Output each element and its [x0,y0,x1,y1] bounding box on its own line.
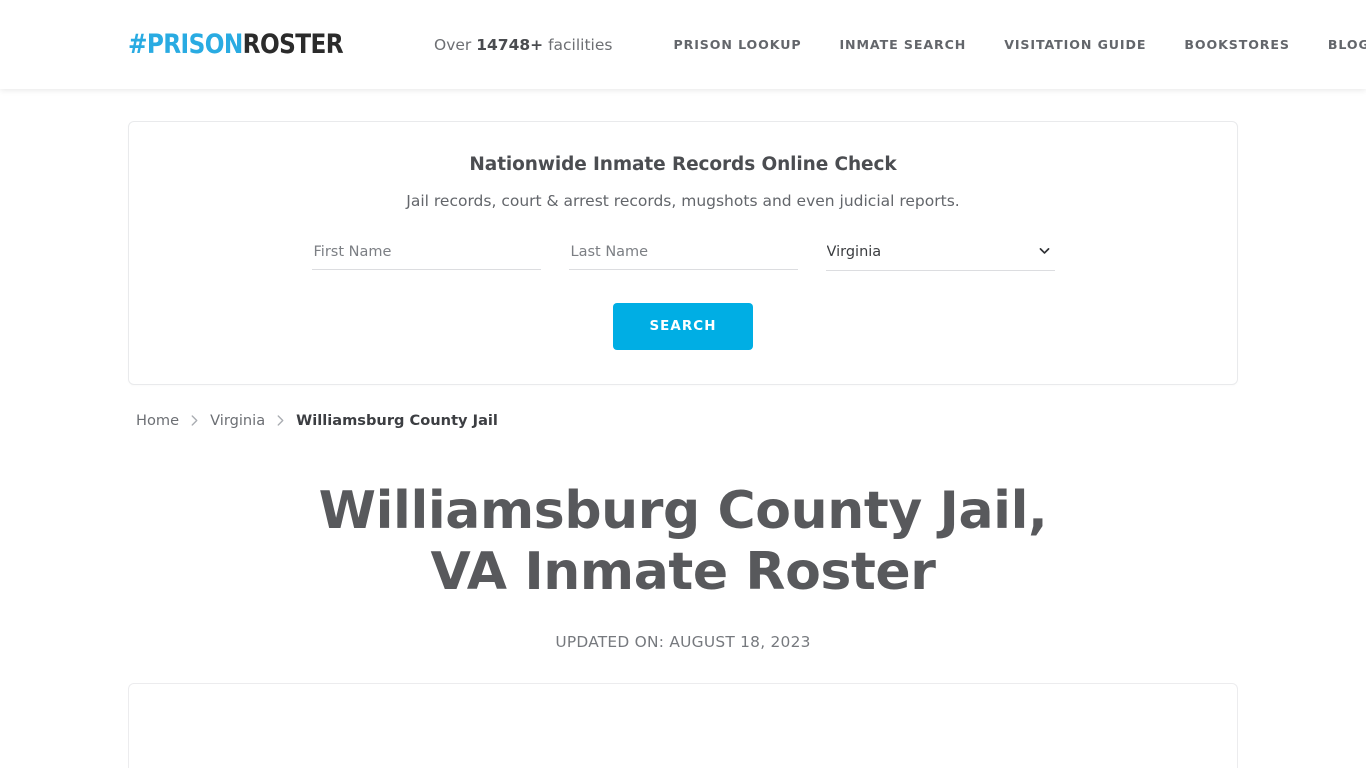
nav-item-prison-lookup[interactable]: PRISON LOOKUP [654,37,820,52]
state-select[interactable]: Virginia [825,240,1055,271]
search-form-row: Virginia [159,240,1207,271]
content-card [128,683,1238,768]
facilities-suffix: facilities [543,35,613,54]
breadcrumb-item-current: Williamsburg County Jail [296,412,498,429]
search-button[interactable]: SEARCH [613,303,753,350]
breadcrumb-item-virginia[interactable]: Virginia [210,412,265,429]
first-name-input[interactable] [311,240,541,270]
site-logo[interactable]: #PRISONROSTER [128,29,344,60]
updated-on-label: UPDATED ON: AUGUST 18, 2023 [555,633,811,651]
breadcrumb: Home Virginia Williamsburg County Jail [128,412,1238,429]
main-navigation: PRISON LOOKUP INMATE SEARCH VISITATION G… [654,37,1366,52]
breadcrumb-separator-icon [276,414,285,427]
facilities-prefix: Over [434,35,477,54]
nav-item-blog[interactable]: BLOG [1309,37,1366,52]
inmate-search-card: Nationwide Inmate Records Online Check J… [128,121,1238,385]
search-card-subtitle: Jail records, court & arrest records, mu… [406,192,960,210]
facilities-number: 14748+ [476,35,544,54]
last-name-input[interactable] [568,240,798,270]
nav-item-bookstores[interactable]: BOOKSTORES [1165,37,1309,52]
last-name-field-wrapper [568,240,798,271]
header-inner: #PRISONROSTER Over 14748+ facilities PRI… [128,0,1366,89]
logo-accent-text: #PRISON [128,29,243,60]
search-button-row: SEARCH [159,303,1207,350]
breadcrumb-separator-icon [190,414,199,427]
state-field-wrapper: Virginia [825,240,1055,271]
nav-item-visitation-guide[interactable]: VISITATION GUIDE [985,37,1165,52]
page-title-block: Williamsburg County Jail, VA Inmate Rost… [128,481,1238,651]
breadcrumb-item-home[interactable]: Home [136,412,179,429]
page-title: Williamsburg County Jail, VA Inmate Rost… [303,481,1063,603]
site-header: #PRISONROSTER Over 14748+ facilities PRI… [0,0,1366,89]
nav-item-inmate-search[interactable]: INMATE SEARCH [820,37,985,52]
search-card-title: Nationwide Inmate Records Online Check [469,154,897,175]
page-container: Nationwide Inmate Records Online Check J… [128,89,1238,768]
logo-dark-text: ROSTER [242,29,344,60]
first-name-field-wrapper [311,240,541,271]
facilities-count-label: Over 14748+ facilities [434,36,612,54]
page-title-line-2: Inmate Roster [524,542,936,602]
